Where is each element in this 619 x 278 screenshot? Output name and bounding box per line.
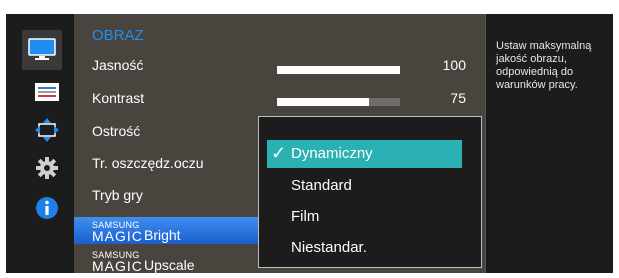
sidebar-item-position[interactable] bbox=[20, 112, 74, 148]
brightness-value: 100 bbox=[442, 57, 466, 73]
menu-item-label: Kontrast bbox=[92, 90, 145, 106]
sidebar bbox=[20, 30, 74, 256]
brightness-slider-fill bbox=[277, 66, 400, 74]
menu-item-eye-saver[interactable]: Tr. oszczędz.oczu bbox=[92, 155, 204, 171]
menu-item-label: Tryb gry bbox=[92, 187, 143, 203]
move-arrows-icon bbox=[35, 118, 59, 142]
menu-item-label: Upscale bbox=[144, 257, 195, 273]
menu-item-label: Jasność bbox=[92, 57, 144, 73]
help-panel: Ustaw maksymalną jakość obrazu, odpowied… bbox=[485, 14, 613, 273]
sidebar-item-system[interactable] bbox=[20, 150, 74, 186]
gear-icon bbox=[36, 157, 58, 179]
brand-magic: MAGIC bbox=[92, 228, 143, 244]
brand-magic: MAGIC bbox=[92, 258, 143, 273]
option-label: Dynamiczny bbox=[291, 145, 373, 162]
menu-item-magic-bright[interactable]: SAMSUNG MAGIC Bright bbox=[74, 217, 259, 244]
option-label: Niestandar. bbox=[291, 239, 367, 256]
sidebar-item-information[interactable] bbox=[20, 190, 74, 226]
contrast-value: 75 bbox=[450, 90, 466, 106]
help-text: Ustaw maksymalną jakość obrazu, odpowied… bbox=[496, 40, 592, 91]
picture-menu: OBRAZ Jasność 100 Kontrast 75 Ostrość Tr… bbox=[74, 14, 485, 273]
sidebar-item-screen[interactable] bbox=[20, 74, 74, 110]
menu-item-game-mode[interactable]: Tryb gry bbox=[92, 187, 143, 203]
check-icon: ✓ bbox=[271, 143, 287, 163]
option-label: Film bbox=[291, 208, 320, 225]
contrast-slider-fill bbox=[277, 98, 370, 106]
menu-item-label: Ostrość bbox=[92, 123, 141, 139]
option-film[interactable]: Film bbox=[267, 203, 462, 231]
info-icon bbox=[36, 197, 58, 219]
menu-item-label: Tr. oszczędz.oczu bbox=[92, 155, 204, 171]
menu-item-brightness[interactable]: Jasność bbox=[92, 57, 143, 73]
option-label: Standard bbox=[291, 177, 352, 194]
magic-bright-options: ✓ Dynamiczny Standard Film Niestandar. bbox=[258, 116, 482, 268]
settings-bars-icon bbox=[35, 83, 59, 101]
option-standard[interactable]: Standard bbox=[267, 172, 462, 200]
option-dynamic[interactable]: ✓ Dynamiczny bbox=[267, 140, 462, 168]
menu-item-label: Bright bbox=[144, 227, 181, 243]
monitor-icon bbox=[28, 38, 56, 60]
option-custom[interactable]: Niestandar. bbox=[267, 234, 462, 262]
contrast-slider[interactable] bbox=[277, 98, 400, 106]
brightness-slider[interactable] bbox=[277, 66, 400, 74]
menu-item-contrast[interactable]: Kontrast bbox=[92, 90, 144, 106]
sidebar-item-picture[interactable] bbox=[22, 30, 62, 70]
menu-item-sharpness[interactable]: Ostrość bbox=[92, 123, 140, 139]
menu-title: OBRAZ bbox=[92, 27, 144, 44]
